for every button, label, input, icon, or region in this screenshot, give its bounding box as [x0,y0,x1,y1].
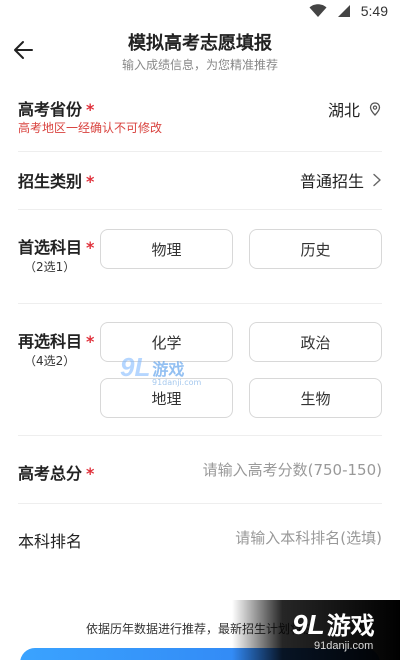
first-subject-hint: （2选1） [24,260,76,274]
wifi-icon [309,4,327,17]
subject-option-biology[interactable]: 生物 [249,378,382,418]
category-label: 招生类别 [18,172,83,191]
second-subject-label: 再选科目 [18,332,83,351]
required-mark: * [86,172,95,191]
score-row: 高考总分 * [18,436,382,504]
status-time: 5:49 [360,3,388,19]
subject-option-physics[interactable]: 物理 [100,229,233,269]
score-label-group: 高考总分 * [18,460,94,484]
signal-icon [337,5,350,17]
subject-option-geography[interactable]: 地理 [100,378,233,418]
province-row[interactable]: 高考省份 * 高考地区一经确认不可修改 湖北 [18,88,382,152]
page-title: 模拟高考志愿填报 [128,33,272,54]
province-value: 湖北 [327,101,360,120]
second-subject-hint: （4选2） [24,354,76,368]
subject-option-history[interactable]: 历史 [249,229,382,269]
province-selector[interactable]: 湖北 [328,97,382,121]
second-subject-row: 再选科目 * （4选2） 化学 政治 地理 生物 [18,304,382,436]
watermark-corner-url: 91danji.com [314,640,374,652]
province-warning: 高考地区一经确认不可修改 [18,121,163,135]
first-subject-label-group: 首选科目 * [18,234,94,258]
watermark-corner: 9L 游戏 91danji.com [232,600,400,660]
status-bar: 5:49 [0,0,400,24]
first-subject-label: 首选科目 [18,238,83,257]
subject-option-politics[interactable]: 政治 [249,322,382,362]
score-label: 高考总分 [18,464,83,483]
required-mark: * [86,238,95,257]
rank-input[interactable] [162,524,382,552]
header: 模拟高考志愿填报 输入成绩信息，为您精准推荐 [0,24,400,80]
first-subject-row: 首选科目 * （2选1） 物理 历史 [18,210,382,304]
category-selector[interactable]: 普通招生 [300,168,382,192]
score-input[interactable] [162,456,382,484]
page-subtitle: 输入成绩信息，为您精准推荐 [121,58,278,72]
category-value: 普通招生 [299,172,364,191]
rank-row: 本科排名 [18,504,382,572]
location-pin-icon [369,102,381,116]
required-mark: * [86,100,95,119]
province-label-group: 高考省份 * [18,96,94,120]
chevron-right-icon [373,173,381,187]
watermark-corner-mark: 9L [292,609,325,640]
watermark-corner-name: 游戏 [326,612,375,640]
category-label-group: 招生类别 * [18,168,94,192]
second-subject-label-group: 再选科目 * [18,328,94,352]
rank-label: 本科排名 [18,532,83,551]
province-label: 高考省份 [18,100,83,119]
status-icons: 5:49 [309,3,388,19]
category-row[interactable]: 招生类别 * 普通招生 [18,152,382,210]
subject-option-chemistry[interactable]: 化学 [100,322,233,362]
watermark-corner-logo: 9L 游戏 [292,606,375,641]
required-mark: * [86,464,95,483]
required-mark: * [86,332,95,351]
